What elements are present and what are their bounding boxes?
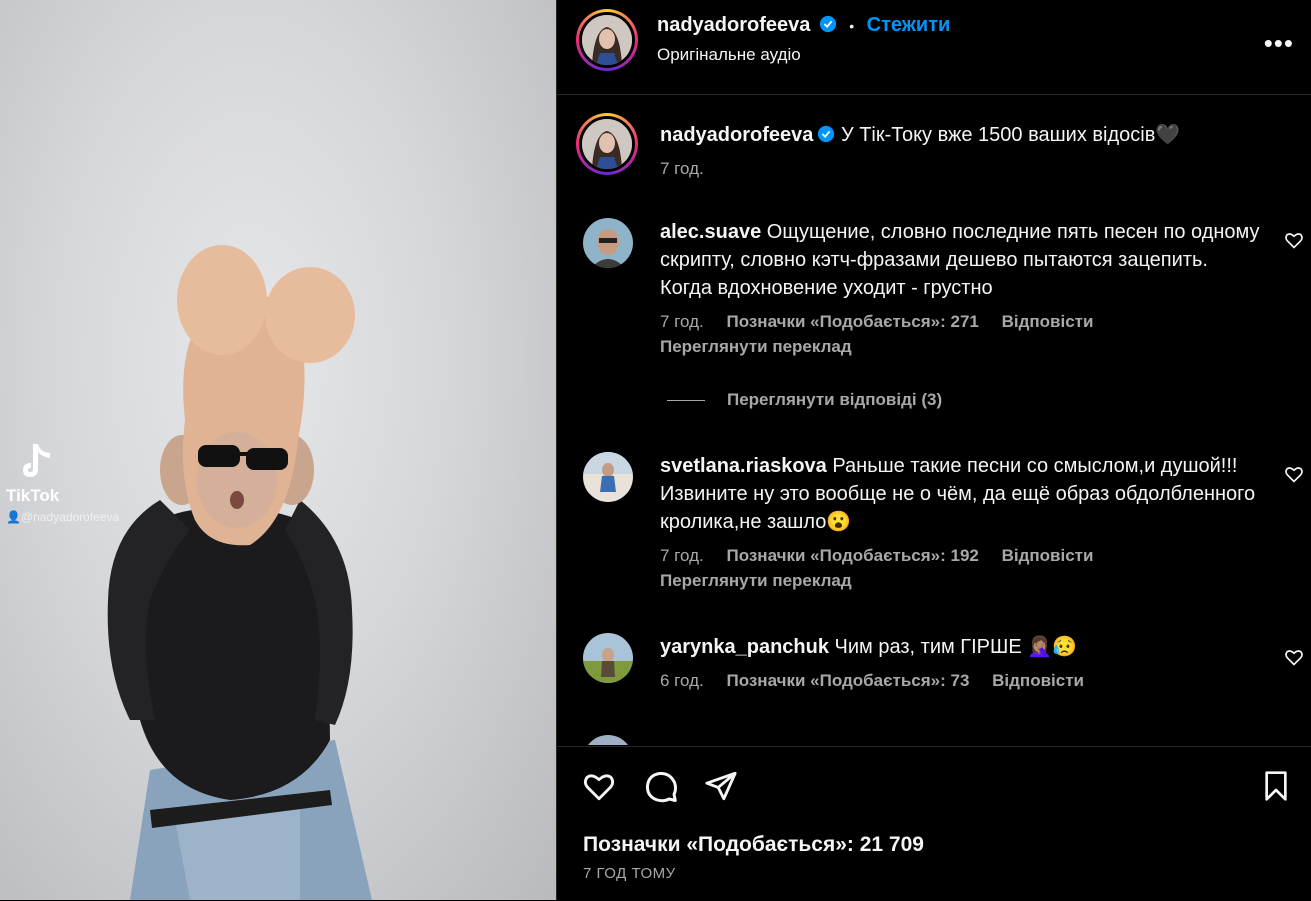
tiktok-logo-icon	[23, 444, 50, 477]
reply-button[interactable]: Відповісти	[1002, 546, 1094, 565]
comment-like-icon[interactable]	[1284, 647, 1304, 667]
verified-badge-icon	[819, 15, 836, 33]
view-translation-link[interactable]: Переглянути переклад	[660, 337, 852, 357]
reply-button[interactable]: Відповісти	[992, 671, 1084, 690]
audio-link[interactable]: Оригінальне аудіо	[657, 45, 801, 65]
tiktok-brand: TikTok	[6, 486, 60, 505]
view-translation-link[interactable]: Переглянути переклад	[660, 571, 852, 591]
post-timestamp: 7 ГОД ТОМУ	[583, 865, 676, 882]
comments-list[interactable]: nadyadorofeeva У Тік-Току вже 1500 ваших…	[557, 95, 1311, 745]
commenter-avatar[interactable]	[583, 218, 633, 268]
comment-icon[interactable]	[643, 769, 679, 805]
post-media[interactable]: TikTok 👤@nadyadorofeeva	[0, 0, 556, 900]
commenter-avatar[interactable]	[583, 452, 633, 502]
comment-username[interactable]: svetlana.riaskova	[660, 455, 827, 477]
tiktok-handle: 👤@nadyadorofeeva	[6, 510, 120, 524]
comment-like-icon[interactable]	[1284, 464, 1304, 484]
comment-text: Чим раз, тим ГІРШЕ 🤦🏽‍♀️😥	[834, 636, 1078, 658]
comment-time: 6 год.	[660, 671, 704, 690]
post-image	[107, 245, 372, 900]
post-header: nadyadorofeeva • Стежити Оригінальне ауд…	[557, 0, 1311, 95]
user-icon: 👤	[6, 510, 21, 524]
comment-like-icon[interactable]	[1284, 230, 1304, 250]
comment-time: 7 год.	[660, 312, 704, 331]
author-username[interactable]: nadyadorofeeva	[657, 14, 810, 36]
post-footer: Позначки «Подобається»: 21 709 7 ГОД ТОМ…	[557, 746, 1311, 901]
caption-avatar[interactable]	[576, 113, 638, 175]
bookmark-icon[interactable]	[1260, 769, 1292, 803]
reply-button[interactable]: Відповісти	[1002, 312, 1094, 331]
caption-text: У Тік-Току вже 1500 ваших відосів🖤	[840, 124, 1181, 146]
send-icon[interactable]	[703, 769, 739, 803]
comment-username[interactable]: yarynka_panchuk	[660, 636, 829, 658]
author-avatar[interactable]	[576, 9, 638, 71]
caption-time: 7 год.	[660, 159, 704, 178]
separator-dot: •	[849, 18, 855, 34]
comment-time: 7 год.	[660, 546, 704, 565]
post-sidebar: nadyadorofeeva • Стежити Оригінальне ауд…	[556, 0, 1311, 901]
post-likes-count[interactable]: Позначки «Подобається»: 21 709	[583, 833, 924, 857]
comment-likes[interactable]: Позначки «Подобається»: 73	[726, 671, 969, 690]
comment-likes[interactable]: Позначки «Подобається»: 271	[726, 312, 978, 331]
comment-likes[interactable]: Позначки «Подобається»: 192	[726, 546, 978, 565]
heart-icon[interactable]	[581, 769, 617, 803]
view-replies-button[interactable]: Переглянути відповіді (3)	[667, 390, 942, 410]
commenter-avatar[interactable]	[583, 633, 633, 683]
verified-badge-icon	[818, 125, 835, 143]
more-options-button[interactable]: •••	[1264, 28, 1294, 59]
caption-username[interactable]: nadyadorofeeva	[660, 124, 813, 146]
comment-username[interactable]: alec.suave	[660, 221, 761, 243]
follow-button[interactable]: Стежити	[867, 14, 951, 36]
commenter-avatar[interactable]	[583, 735, 633, 745]
